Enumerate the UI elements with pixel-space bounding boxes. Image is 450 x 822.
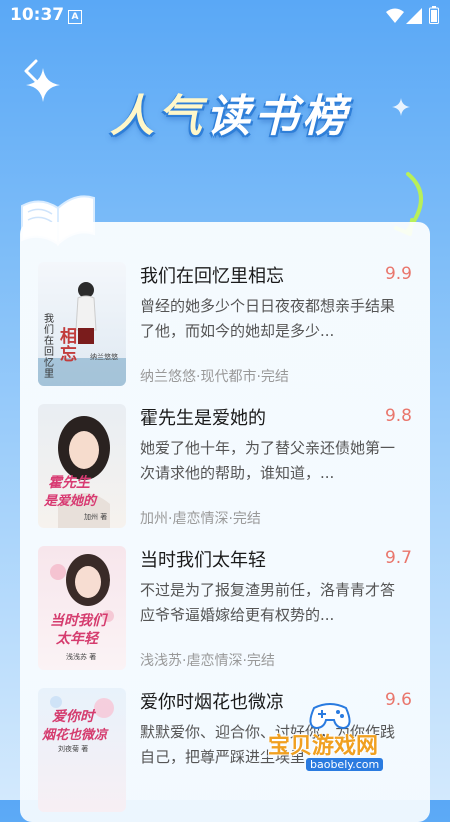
notification-a-icon: A [68,10,82,24]
cover-author-text: 浅浅苏 著 [66,653,97,661]
book-description: 她爱了他十年，为了替父亲还债她第一次请求他的帮助，谁知道，... [140,439,396,482]
page-title: 人气读书榜 [60,80,400,150]
title-part-2: 读书榜 [206,91,350,142]
cover-big-text: 是爱她的 [44,494,97,509]
sparkle-icon [26,68,60,102]
battery-icon [429,6,439,24]
book-title: 爱你时烟花也微凉 [140,692,284,713]
watermark-text: 宝贝游戏网 [268,734,379,759]
book-title: 我们在回忆里相忘 [140,266,284,287]
book-title: 霍先生是爱她的 [140,408,266,429]
cover-title-text: 霍先生 [48,475,90,491]
book-description: 曾经的她多少个日日夜夜都想亲手结果了他，而如今的她却是多少... [140,297,396,340]
signal-icon [406,8,422,24]
book-score: 9.9 [384,264,412,284]
book-item[interactable]: 当时我们 太年轻 浅浅苏 著 当时我们太年轻 9.7 不过是为了报复渣男前任，洛… [38,546,412,670]
book-cover: 当时我们 太年轻 浅浅苏 著 [38,546,126,670]
book-description: 不过是为了报复渣男前任，洛青青才答应爷爷逼婚嫁给更有权势的... [140,581,396,624]
status-time: 10:37 [10,5,65,25]
book-cover: 霍先生 是爱她的 加州 著 [38,404,126,528]
cover-art [38,404,126,528]
cover-title-text: 爱你时 [52,709,94,725]
book-score: 9.8 [384,406,412,426]
book-meta: 浅浅苏·虐恋情深·完结 [140,653,275,669]
wifi-icon [386,8,404,23]
cover-title-text: 当时我们 [50,613,106,629]
cover-big-text: 太年轻 [56,631,98,647]
status-bar: 10:37 A [0,0,450,32]
title-part-1: 人气 [110,91,206,142]
book-cover: 我们在回忆里 相忘 纳兰悠悠 [38,262,126,386]
watermark-url: baobely.com [306,758,384,771]
cover-author-text: 纳兰悠悠 [90,353,118,361]
book-cover: 爱你时 烟花也微凉 刘夜菊 著 [38,688,126,812]
book-meta: 加州·虐恋情深·完结 [140,511,261,527]
book-score: 9.7 [384,548,412,568]
book-item[interactable]: 霍先生 是爱她的 加州 著 霍先生是爱她的 9.8 她爱了他十年，为了替父亲还债… [38,404,412,528]
gamepad-icon [309,703,351,730]
cover-author-text: 加州 著 [84,513,108,521]
book-title: 当时我们太年轻 [140,550,266,571]
cover-author-text: 刘夜菊 著 [58,745,89,753]
book-item[interactable]: 我们在回忆里 相忘 纳兰悠悠 我们在回忆里相忘 9.9 曾经的她多少个日日夜夜都… [38,262,412,386]
cover-title-text: 我们在回忆里 [44,314,54,380]
book-meta: 纳兰悠悠·现代都市·完结 [140,369,289,385]
cover-big-text: 相忘 [60,327,77,365]
cover-big-text: 烟花也微凉 [42,728,108,743]
book-score: 9.6 [384,690,412,710]
